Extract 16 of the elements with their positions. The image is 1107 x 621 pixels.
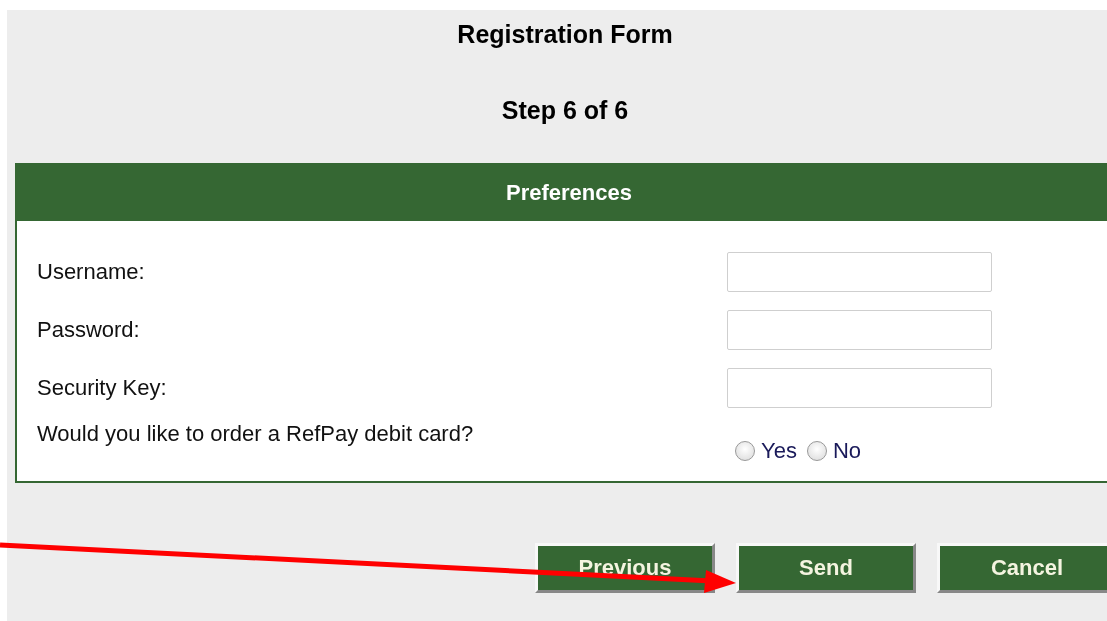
field-label: Security Key: — [37, 375, 168, 401]
form-title: Registration Form — [456, 19, 674, 50]
field-label: Password: — [37, 317, 141, 343]
form-button[interactable]: Send — [736, 543, 916, 593]
radio-button[interactable] — [735, 441, 755, 461]
field-label: Username: — [37, 259, 146, 285]
radio-button[interactable] — [806, 441, 827, 461]
step-indicator: Step 6 of 6 — [500, 96, 630, 126]
radio-option[interactable]: No — [806, 438, 861, 464]
input-field[interactable] — [727, 252, 992, 292]
field-label: Would you like to order a RefPay debit card? — [37, 420, 475, 447]
form-button[interactable]: Cancel — [937, 543, 1107, 593]
input-field[interactable] — [727, 310, 992, 350]
section-header: Preferences — [17, 165, 1107, 221]
input-field[interactable] — [727, 368, 992, 408]
radio-option[interactable]: Yes — [735, 438, 797, 464]
